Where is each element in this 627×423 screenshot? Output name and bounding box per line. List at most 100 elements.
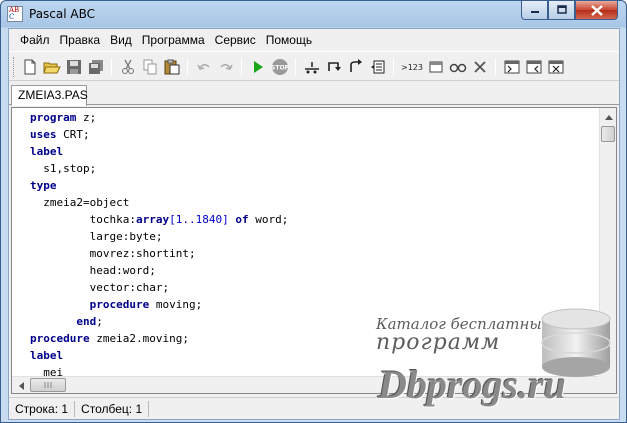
svg-text:>123: >123 [401,63,423,72]
horizontal-scroll-thumb[interactable] [30,378,66,392]
window-button[interactable] [425,57,447,77]
evaluate-icon: >123 [401,63,423,72]
code-line[interactable]: procedure moving; [30,296,288,313]
scroll-up-button[interactable] [600,108,616,125]
code-keyword: label [30,349,64,362]
status-row: Строка: 1 [9,400,76,417]
code-line[interactable]: uses CRT; [30,126,288,143]
scrollbar-corner [598,375,616,393]
toolbar-separator [187,58,188,76]
window-title: Pascal ABC [29,7,96,21]
toolbar-separator [241,58,242,76]
dock-close-button[interactable] [545,57,567,77]
step-over-icon [328,62,341,71]
new-file-button[interactable] [19,57,41,77]
menu-file[interactable]: Файл [15,30,55,50]
code-line[interactable]: s1,stop; [30,160,288,177]
code-line[interactable]: procedure zmeia2.moving; [30,330,288,347]
stop-button[interactable]: STOP [269,57,291,77]
open-folder-icon [43,62,61,74]
menu-view[interactable]: Вид [105,30,137,50]
undo-button[interactable] [193,57,215,77]
code-line[interactable]: head:word; [30,262,288,279]
copy-button[interactable] [139,57,161,77]
dock-close-icon [548,60,564,74]
menu-program[interactable]: Программа [137,30,210,50]
maximize-icon [556,5,567,14]
maximize-button[interactable] [548,1,575,20]
scroll-left-button[interactable] [12,377,29,393]
run-button[interactable] [247,57,269,77]
code-keyword: procedure [30,332,90,345]
code-line[interactable]: large:byte; [30,228,288,245]
step-into-icon [305,62,319,74]
run-icon [254,61,263,73]
app-window: AB C Pascal ABC Файл Правка Вид Программ… [0,0,627,423]
toolbar-separator [111,58,112,76]
new-file-icon [24,59,36,75]
code-token: [1..1840] [169,213,229,226]
code-token: movrez:shortint; [30,247,196,260]
code-line[interactable]: zmeia2=object [30,194,288,211]
step-over-button[interactable] [323,57,345,77]
menu-help[interactable]: Помощь [261,30,317,50]
debug-window-button[interactable] [367,57,389,77]
code-keyword: end [76,315,97,328]
toolbar-grip[interactable] [13,57,16,77]
toolbar: STOP >123 [9,51,619,81]
code-token: large:byte; [30,230,163,243]
code-line[interactable]: label [30,347,288,364]
watch-button[interactable] [447,57,469,77]
redo-icon [220,64,233,70]
save-all-button[interactable] [85,57,107,77]
tab-zmeia3-pas[interactable]: ZMEIA3.PAS [11,85,88,106]
window-icon [429,61,443,73]
step-out-button[interactable] [345,57,367,77]
pascal-abc-app-icon[interactable]: AB C [7,6,23,22]
code-line[interactable]: type [30,177,288,194]
step-out-icon [350,59,362,72]
redo-button[interactable] [215,57,237,77]
code-editor[interactable]: program z; uses CRT; label s1,stop; type zm… [11,107,617,394]
menu-edit[interactable]: Правка [55,30,106,50]
code-line[interactable]: tochka:array[1..1840] of word; [30,211,289,228]
status-column: Столбец: 1 [75,400,150,417]
save-button[interactable] [63,57,85,77]
cut-button[interactable] [117,57,139,77]
code-keyword: label [30,145,64,158]
clear-button[interactable] [469,57,491,77]
dock-right-button[interactable] [523,57,545,77]
code-line[interactable]: label [30,143,288,160]
title-bar[interactable]: AB C Pascal ABC [1,1,626,28]
watch-icon [449,63,467,73]
code-keyword: of [235,213,249,226]
code-token: CRT; [56,128,90,141]
code-token: head:word; [30,264,156,277]
minimize-button[interactable] [521,1,548,20]
vertical-scroll-thumb[interactable] [601,126,615,142]
code-line[interactable]: end; [30,313,288,330]
code-text[interactable]: program z; uses CRT; label s1,stop; type zm… [30,109,288,381]
dock-right-icon [526,60,542,74]
client-area: Файл Правка Вид Программа Сервис Помощь [8,28,620,420]
document-tabs: ZMEIA3.PAS [9,82,619,106]
undo-icon [197,64,210,70]
code-line[interactable]: vector:char; [30,279,288,296]
code-line[interactable]: movrez:shortint; [30,245,288,262]
evaluate-button[interactable]: >123 [399,57,425,77]
dock-left-icon [504,60,520,74]
cut-icon [122,59,134,74]
horizontal-scrollbar[interactable] [12,376,599,393]
menu-service[interactable]: Сервис [210,30,261,50]
dock-left-button[interactable] [501,57,523,77]
save-icon [67,60,81,74]
vertical-scrollbar[interactable] [599,108,616,376]
step-into-button[interactable] [301,57,323,77]
paste-button[interactable] [161,57,183,77]
code-keyword: uses [30,128,57,141]
code-line[interactable]: program z; [30,109,288,126]
open-button[interactable] [41,57,63,77]
toolbar-separator [295,58,296,76]
close-button[interactable] [575,1,618,20]
